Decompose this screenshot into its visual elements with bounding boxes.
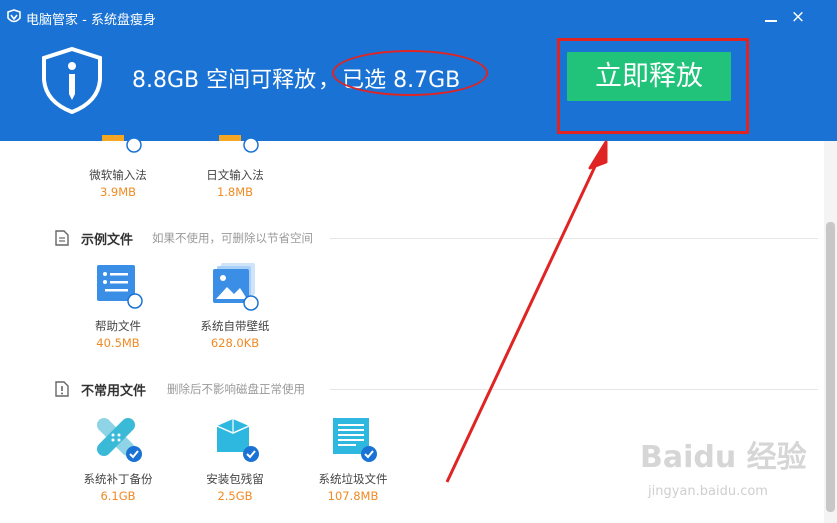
list-item[interactable]: 安装包残留 2.5GB — [185, 416, 285, 506]
section-header-sample-files: 示例文件 如果不使用，可删除以节省空间 — [55, 228, 355, 248]
header-banner: 电脑管家 - 系统盘瘦身 × 8.8GB 空间可释放，已选 8.7GB 立即释放 — [0, 0, 837, 141]
list-item[interactable]: 系统垃圾文件 107.8MB — [303, 416, 403, 506]
section-description: 删除后不影响磁盘正常使用 — [167, 382, 305, 396]
document-icon — [55, 230, 69, 246]
item-size: 3.9MB — [99, 185, 137, 199]
baidu-watermark: Baidu 经验 jingyan.baidu.com — [640, 432, 820, 512]
section-divider — [330, 389, 818, 390]
minimize-button[interactable] — [760, 8, 782, 26]
item-name: 系统垃圾文件 — [318, 472, 388, 486]
item-name: 帮助文件 — [95, 319, 141, 333]
window-title: 电脑管家 - 系统盘瘦身 — [26, 13, 156, 28]
help-file-icon — [97, 265, 143, 309]
package-box-icon — [216, 419, 259, 462]
list-item[interactable]: 系统自带壁纸 628.0KB — [185, 263, 285, 353]
scrollbar-thumb[interactable] — [826, 222, 835, 512]
item-size: 40.5MB — [96, 336, 140, 350]
list-item[interactable]: 日文输入法 1.8MB — [185, 135, 285, 201]
item-size: 1.8MB — [216, 185, 254, 199]
list-item[interactable]: 系统补丁备份 6.1GB — [68, 416, 168, 506]
item-name: 安装包残留 — [206, 472, 264, 486]
item-size: 2.5GB — [217, 489, 253, 503]
section-divider — [330, 238, 818, 239]
close-button[interactable]: × — [787, 7, 809, 27]
list-item[interactable]: 微软输入法 3.9MB — [68, 135, 168, 201]
list-item[interactable]: 帮助文件 40.5MB — [68, 263, 168, 353]
section-header-rare-files: 不常用文件 删除后不影响磁盘正常使用 — [55, 379, 375, 399]
item-name: 系统补丁备份 — [83, 472, 153, 486]
item-size: 107.8MB — [327, 489, 379, 503]
item-name: 微软输入法 — [89, 168, 147, 182]
annotation-box — [557, 38, 749, 134]
input-method-icon — [219, 135, 259, 153]
alert-document-icon — [55, 381, 69, 397]
watermark-url: jingyan.baidu.com — [648, 484, 768, 499]
system-junk-icon — [333, 418, 377, 462]
section-title: 示例文件 — [81, 233, 134, 248]
watermark-logo: Baidu 经验 — [640, 440, 807, 475]
patch-bandage-icon — [96, 417, 142, 462]
shield-logo-icon — [42, 46, 102, 114]
releasable-space-text: 8.8GB 空间可释放 — [132, 68, 317, 93]
item-name: 日文输入法 — [206, 168, 264, 182]
title-bar: 电脑管家 - 系统盘瘦身 × — [0, 0, 837, 34]
item-size: 6.1GB — [100, 489, 136, 503]
section-description: 如果不使用，可删除以节省空间 — [152, 231, 313, 245]
item-name: 系统自带壁纸 — [200, 319, 270, 333]
item-size: 628.0KB — [210, 336, 260, 350]
section-title: 不常用文件 — [81, 384, 147, 399]
wallpaper-icon — [213, 263, 259, 311]
annotation-oval — [332, 50, 488, 96]
input-method-icon — [102, 135, 142, 153]
pc-manager-logo-icon — [7, 9, 21, 23]
